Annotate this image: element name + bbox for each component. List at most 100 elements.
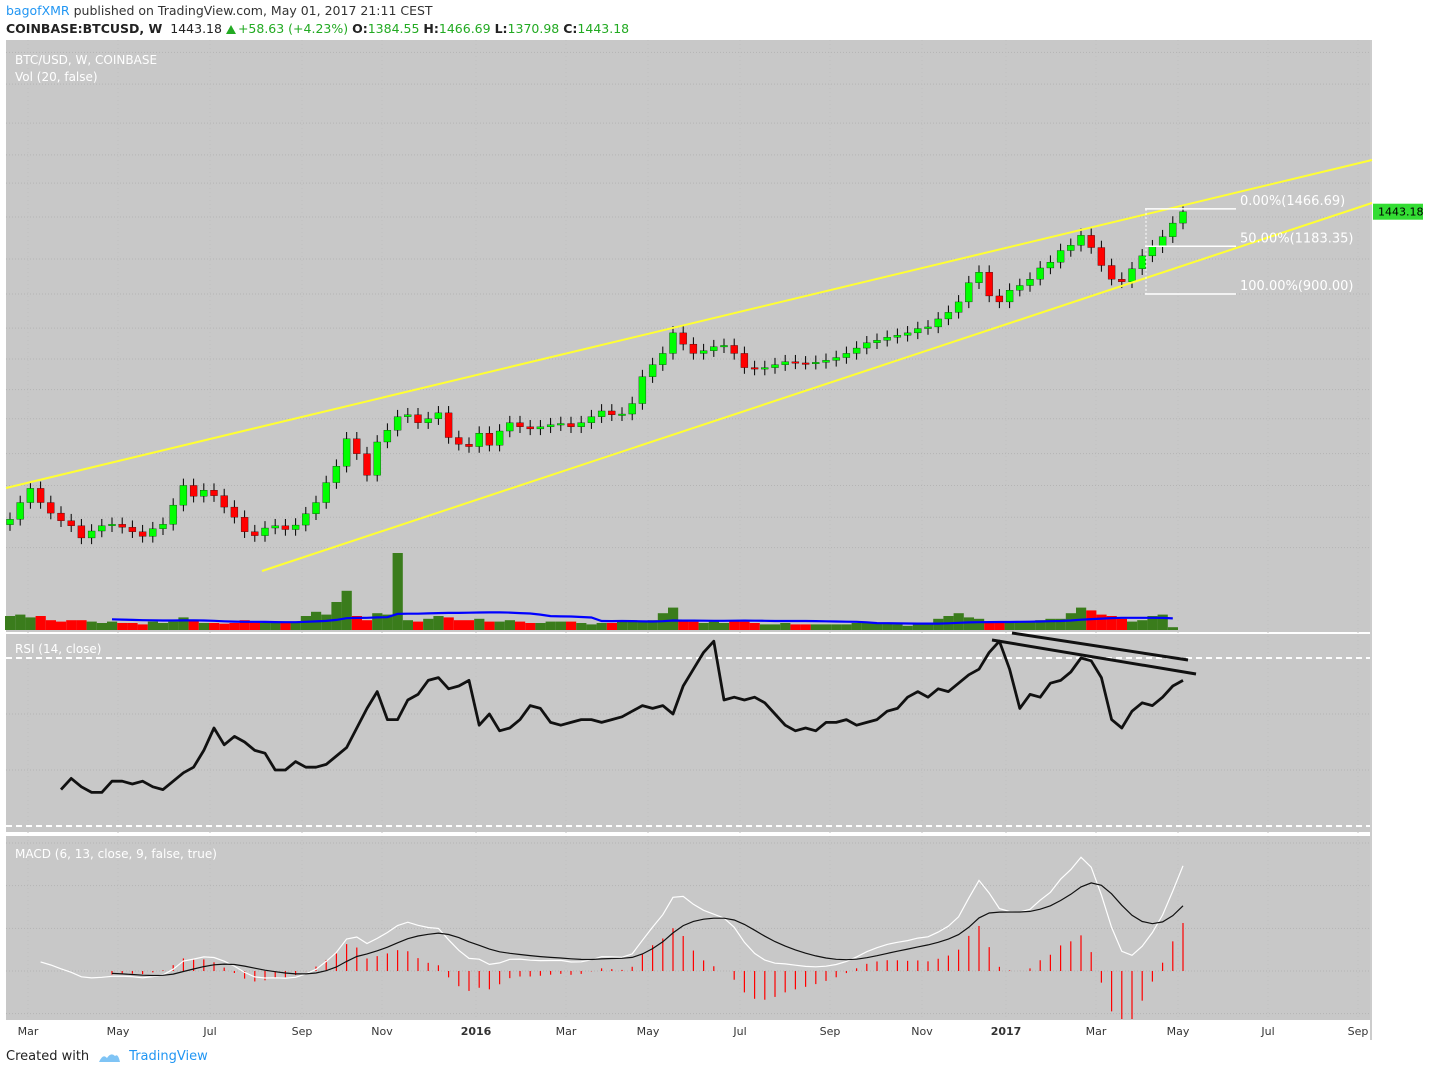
candle-body: [720, 345, 728, 348]
candle-body: [1169, 222, 1177, 237]
time-tick-label: Mar: [1086, 1025, 1107, 1038]
volume-bar: [504, 620, 515, 630]
candle-body: [526, 426, 534, 430]
price-tick-label: 520.00: [1378, 384, 1417, 397]
time-tick-label: Sep: [292, 1025, 313, 1038]
candle-body: [608, 410, 616, 415]
volume-bar: [994, 623, 1005, 630]
fib-level-label: 100.00%(900.00): [1240, 279, 1353, 294]
candle-body: [710, 346, 718, 351]
candle-body: [1026, 279, 1034, 286]
candle-body: [444, 412, 453, 438]
candle-body: [506, 422, 514, 432]
volume-bar: [107, 621, 118, 630]
volume-bar: [86, 621, 97, 630]
candle-body: [98, 525, 106, 532]
footer: Created with TradingView: [6, 1049, 208, 1064]
tradingview-link[interactable]: TradingView: [129, 1049, 208, 1064]
macd-tick-label: -40.0000: [1378, 1008, 1427, 1021]
volume-bar: [708, 621, 719, 630]
candle-body: [893, 335, 902, 338]
candle-body: [179, 485, 188, 506]
candle-body: [750, 367, 759, 370]
macd-tick-label: 120.0000: [1378, 837, 1431, 850]
volume-bar: [188, 620, 199, 630]
volume-bar: [15, 614, 26, 630]
candle-body: [516, 422, 524, 427]
price-pane-bg: [6, 40, 1370, 632]
candle-body: [302, 513, 310, 526]
volume-bar: [780, 623, 791, 630]
candle-body: [322, 482, 330, 503]
time-tick-label: May: [107, 1025, 130, 1038]
volume-bar: [963, 617, 974, 630]
time-tick-label: 2016: [461, 1025, 492, 1038]
volume-bar: [974, 618, 985, 630]
volume-tick-label: 178.00: [1378, 577, 1417, 590]
candle-body: [1056, 250, 1065, 263]
volume-bar: [127, 623, 138, 630]
volume-bar: [810, 624, 821, 630]
volume-bar: [260, 623, 271, 630]
candle-body: [1067, 245, 1075, 251]
candle-body: [924, 326, 932, 329]
time-tick-label: Mar: [18, 1025, 39, 1038]
candle-body: [393, 416, 402, 431]
candle-body: [944, 312, 953, 320]
volume-bar: [688, 621, 699, 630]
candle-body: [138, 531, 147, 537]
price-tick-label: 2400.00: [1378, 117, 1424, 130]
volume-bar: [596, 623, 607, 630]
candle-body: [373, 441, 381, 476]
time-tick-label: Nov: [371, 1025, 393, 1038]
candle-body: [424, 418, 432, 423]
volume-bar: [219, 623, 230, 630]
volume-bar: [525, 623, 536, 630]
time-tick-label: Jul: [202, 1025, 216, 1038]
candle-body: [618, 413, 626, 416]
volume-bar: [892, 624, 903, 630]
candle-body: [1148, 246, 1157, 257]
volume-bar: [770, 624, 781, 630]
candle-body: [485, 433, 494, 446]
volume-bar: [1116, 618, 1127, 630]
candle-body: [822, 360, 830, 363]
candle-body: [16, 502, 24, 520]
candle-body: [363, 453, 371, 476]
price-tick-label: 300.00: [1378, 479, 1417, 492]
candle-body: [995, 295, 1004, 303]
candle-body: [740, 353, 749, 368]
chart-area[interactable]: 0.00%(1466.69) 50.00%(1183.35) 100.00%(900…: [0, 0, 1436, 1076]
candle-body: [220, 495, 228, 508]
candle-body: [77, 525, 86, 539]
rsi-pane-title: RSI (14, close): [15, 642, 101, 656]
volume-bar: [423, 618, 434, 630]
candle-body: [312, 502, 320, 514]
price-tick-label: 620.00: [1378, 353, 1417, 366]
volume-bar: [331, 602, 342, 630]
price-tick-label: 2000.00: [1378, 149, 1424, 162]
time-tick-label: 2017: [991, 1025, 1022, 1038]
candle-body: [985, 272, 993, 297]
candle-body: [1118, 279, 1126, 282]
candle-body: [404, 414, 412, 417]
volume-bar: [1137, 620, 1148, 630]
candle-body: [638, 376, 647, 404]
volume-bar: [147, 621, 158, 630]
candle-body: [1107, 265, 1116, 280]
candle-body: [914, 328, 922, 334]
candle-body: [1087, 235, 1095, 248]
price-tick-label: 440.00: [1378, 413, 1417, 426]
candle-body: [883, 337, 891, 341]
tradingview-logo-icon: [99, 1053, 121, 1062]
candle-body: [353, 438, 361, 454]
volume-bar: [545, 621, 556, 630]
volume-bar: [1096, 614, 1107, 630]
candle-body: [587, 416, 596, 423]
volume-bar: [270, 623, 281, 630]
candle-body: [1077, 235, 1085, 246]
volume-bar: [668, 607, 679, 630]
volume-bar: [96, 623, 107, 630]
volume-bar: [790, 624, 801, 630]
candle-body: [801, 362, 810, 365]
